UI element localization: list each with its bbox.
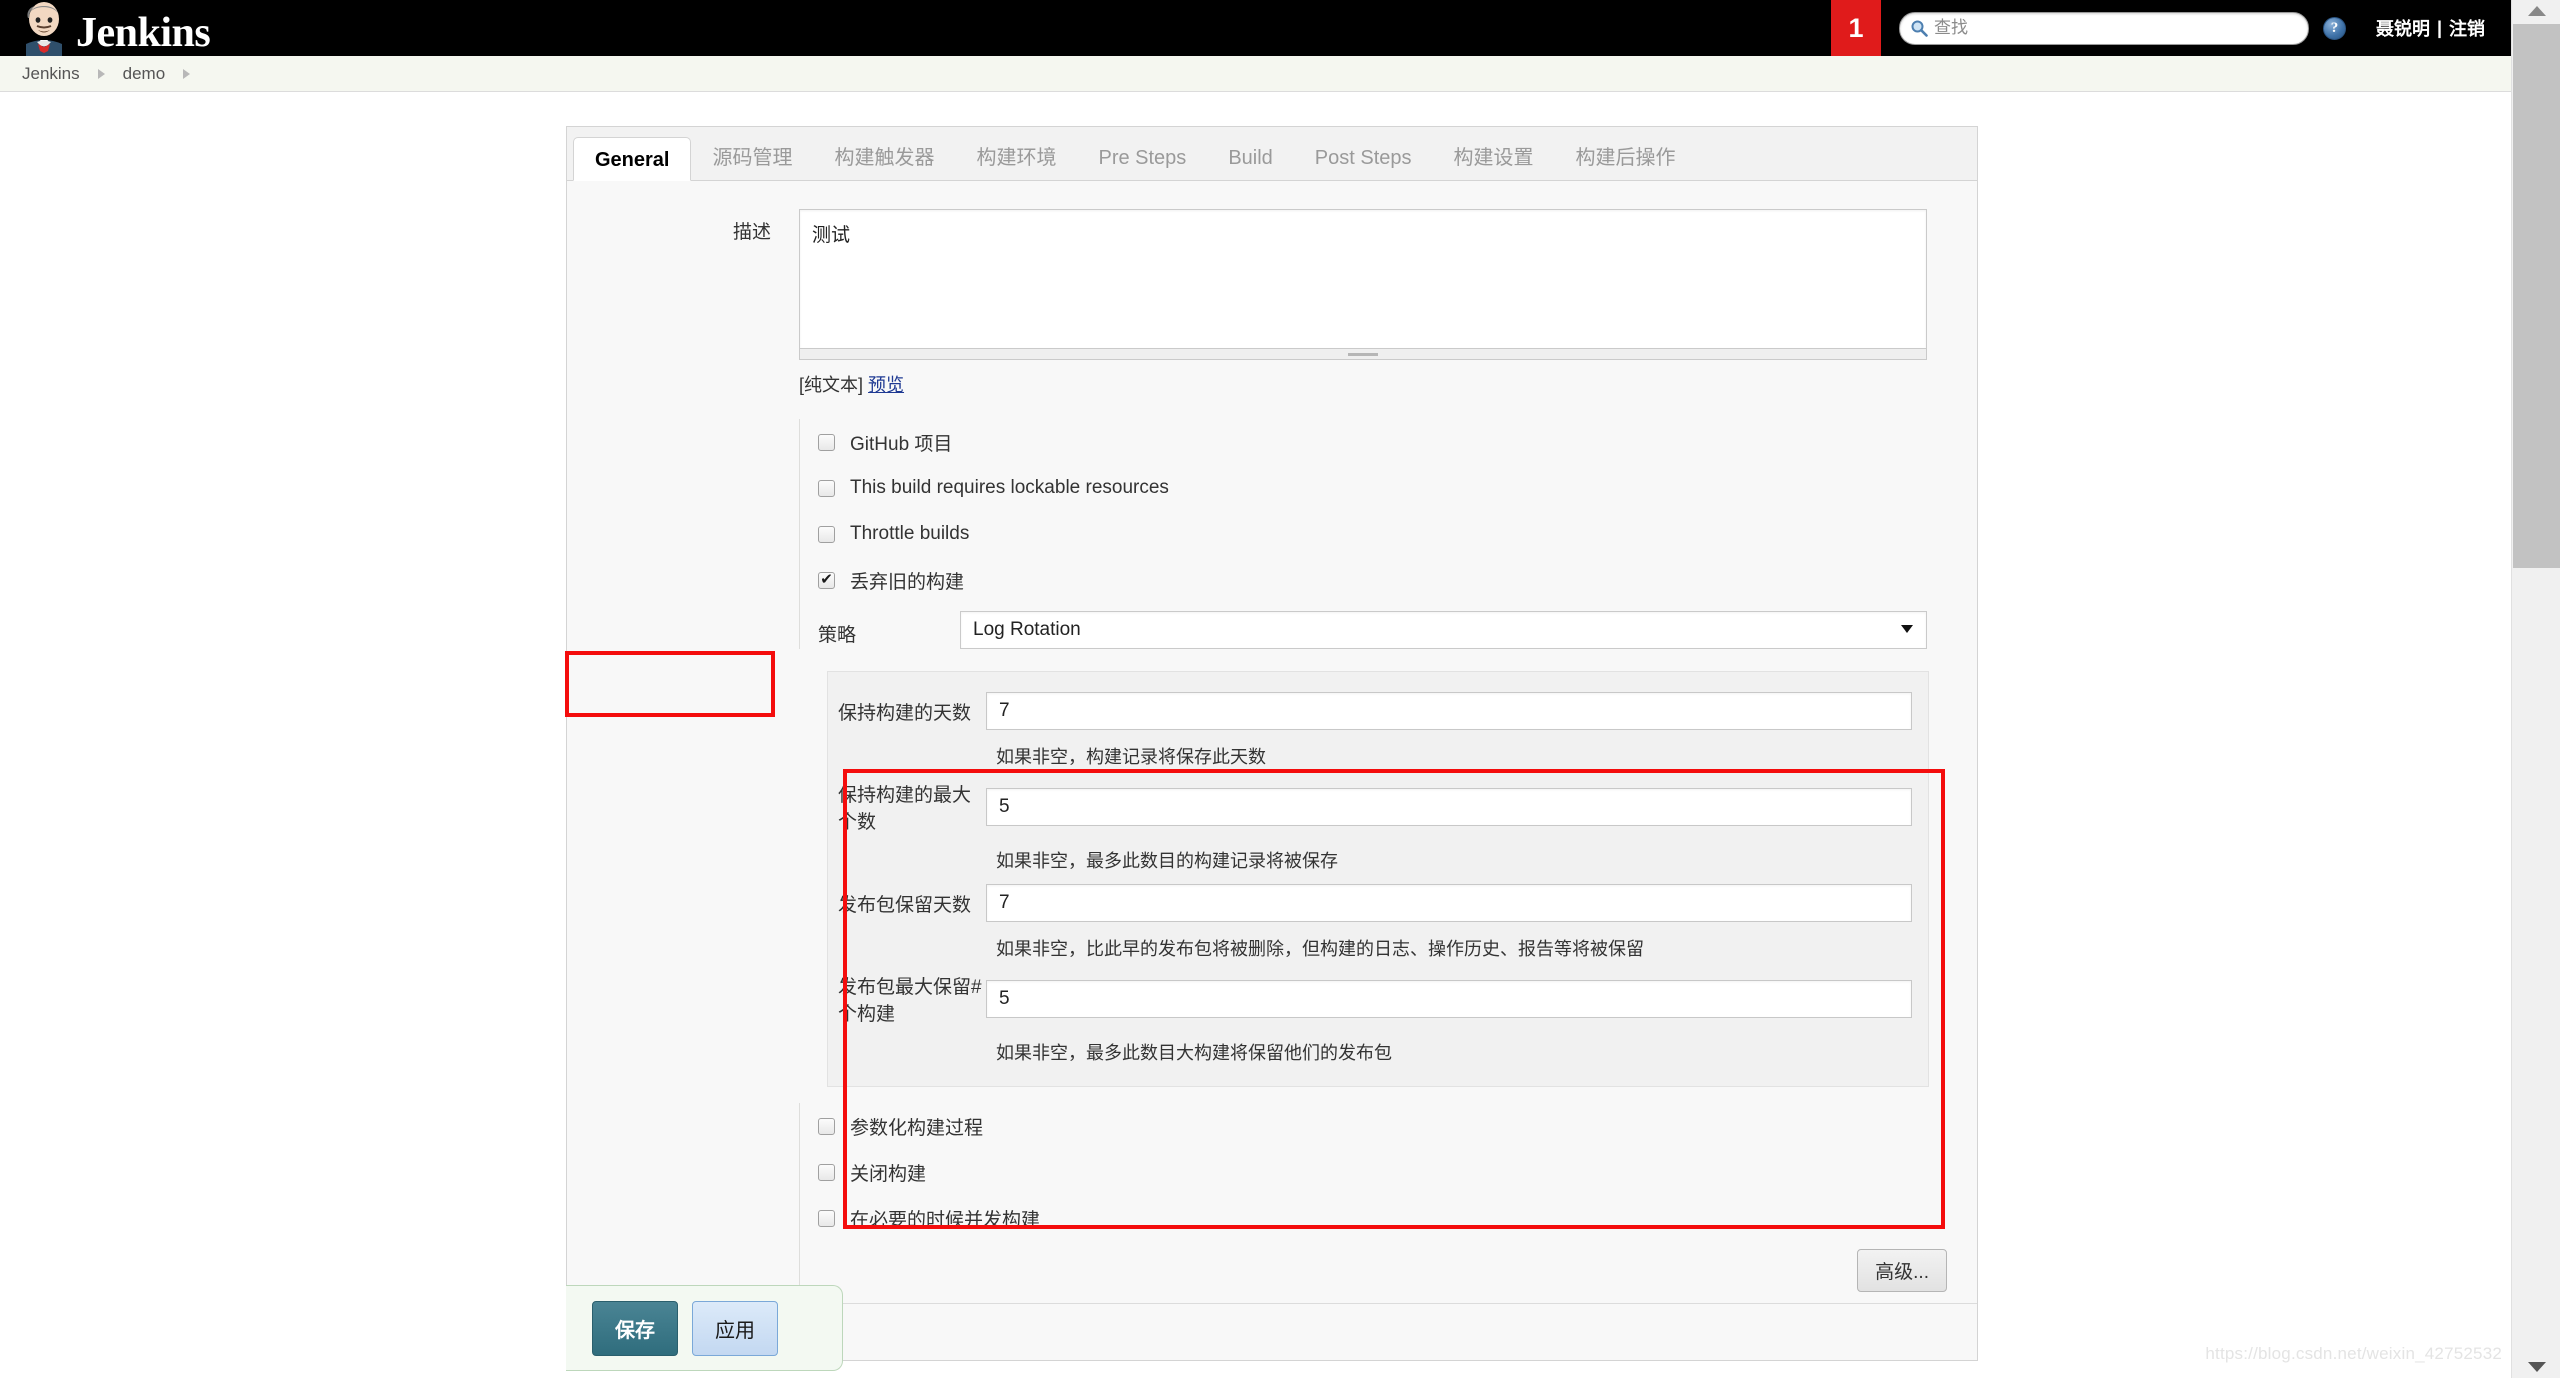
description-label: 描述 — [732, 222, 771, 243]
checkbox-label-parameterized-build: 参数化构建过程 — [850, 1117, 984, 1139]
description-links: [纯文本] 预览 — [799, 371, 1927, 397]
field-row-artifact-days-to-keep: 发布包保留天数 — [828, 878, 1928, 928]
checkbox-concurrent-build[interactable] — [818, 1209, 835, 1227]
breadcrumb: Jenkins demo — [0, 56, 2511, 92]
checkbox-github-project[interactable] — [818, 433, 835, 451]
checkbox-label-discard-old-builds: 丢弃旧的构建 — [850, 571, 965, 593]
tab-post-steps[interactable]: Post Steps — [1294, 136, 1433, 180]
user-menu: 聂锐明 | 注销 — [2376, 15, 2485, 41]
scroll-up-arrow-icon[interactable] — [2512, 0, 2560, 22]
checkbox-label-throttle-builds: Throttle builds — [850, 523, 970, 544]
strategy-label: 策略 — [818, 625, 857, 646]
input-days-to-keep[interactable] — [986, 692, 1912, 730]
general-settings-panel: 描述 [纯文本] 预览 GitHub 项目 — [566, 181, 1978, 1361]
breadcrumb-chevron-icon — [97, 68, 105, 79]
strategy-row: 策略 Log Rotation — [799, 603, 1977, 649]
textarea-resize-handle[interactable] — [799, 349, 1927, 360]
strategy-select-wrapper: Log Rotation — [960, 611, 1977, 649]
breadcrumb-item-jenkins[interactable]: Jenkins — [22, 64, 80, 84]
tab-post-build-actions[interactable]: 构建后操作 — [1555, 136, 1697, 180]
help-text-artifact-days-to-keep: 如果非空，比此早的发布包将被删除，但构建的日志、操作历史、报告等将被保留 — [996, 939, 1644, 959]
breadcrumb-item-demo[interactable]: demo — [123, 64, 166, 84]
input-artifact-num-to-keep[interactable] — [986, 980, 1912, 1018]
checkbox-parameterized-build[interactable] — [818, 1117, 835, 1135]
checkbox-label-github-project: GitHub 项目 — [850, 433, 953, 455]
jenkins-brand-text: Jenkins — [76, 10, 211, 56]
preview-link[interactable]: 预览 — [868, 375, 904, 395]
watermark-text: https://blog.csdn.net/weixin_42752532 — [2205, 1344, 2502, 1363]
checkbox-row-throttle-builds[interactable]: Throttle builds ? — [800, 511, 1977, 557]
tab-general[interactable]: General — [573, 137, 692, 181]
checkbox-row-disable-build[interactable]: 关闭构建 ? — [800, 1149, 1977, 1195]
user-name-link[interactable]: 聂锐明 — [2376, 15, 2430, 41]
tab-source-management[interactable]: 源码管理 — [691, 136, 813, 180]
checkbox-row-concurrent-build[interactable]: 在必要的时候并发构建 ? — [800, 1195, 1977, 1241]
input-max-builds-to-keep[interactable] — [986, 788, 1912, 826]
checkbox-label-concurrent-build: 在必要的时候并发构建 — [850, 1209, 1041, 1231]
advanced-button-row: 高级... — [800, 1241, 1977, 1301]
page-body: General 源码管理 构建触发器 构建环境 Pre Steps Build … — [0, 93, 2511, 1378]
advanced-button[interactable]: 高级... — [1857, 1249, 1947, 1292]
input-wrapper-days-to-keep — [986, 692, 1928, 730]
tab-build-environment[interactable]: 构建环境 — [955, 136, 1077, 180]
breadcrumb-chevron-icon[interactable] — [183, 68, 191, 79]
tab-build[interactable]: Build — [1207, 136, 1293, 180]
logout-link[interactable]: 注销 — [2449, 15, 2485, 41]
input-wrapper-max-builds-to-keep — [986, 788, 1928, 826]
notification-badge[interactable]: 1 — [1830, 0, 1881, 56]
jenkins-brand[interactable]: Jenkins — [18, 0, 211, 56]
field-row-max-builds-to-keep: 保持构建的最大个数 — [828, 774, 1928, 840]
bottom-checkbox-group: 参数化构建过程 ? 关闭构建 ? 在必要的时候并发构建 ? 高级... — [799, 1103, 1977, 1301]
top-navigation-bar: Jenkins 1 ? 聂锐明 | 注销 — [0, 0, 2511, 56]
form-action-bar: 保存 应用 — [566, 1285, 843, 1371]
checkbox-disable-build[interactable] — [818, 1163, 835, 1181]
field-row-artifact-num-to-keep: 发布包最大保留#个构建 — [828, 966, 1928, 1032]
label-days-to-keep: 保持构建的天数 — [838, 702, 972, 724]
top-checkbox-group: GitHub 项目 This build requires lockable r… — [799, 419, 1977, 603]
input-artifact-days-to-keep[interactable] — [986, 884, 1912, 922]
plain-text-label: [纯文本] — [799, 375, 864, 395]
description-field-wrapper: [纯文本] 预览 — [799, 209, 1977, 397]
apply-button[interactable]: 应用 — [692, 1300, 778, 1356]
checkbox-label-lockable-resources: This build requires lockable resources — [850, 477, 1169, 498]
checkbox-label-disable-build: 关闭构建 — [850, 1163, 927, 1185]
tab-build-settings[interactable]: 构建设置 — [1433, 136, 1555, 180]
tab-pre-steps[interactable]: Pre Steps — [1077, 136, 1207, 180]
search-box — [1898, 11, 2309, 45]
description-textarea[interactable] — [799, 209, 1927, 349]
label-artifact-days-to-keep: 发布包保留天数 — [838, 894, 972, 916]
config-tab-bar: General 源码管理 构建触发器 构建环境 Pre Steps Build … — [566, 126, 1978, 181]
scroll-down-arrow-icon[interactable] — [2512, 1356, 2560, 1378]
checkbox-lockable-resources[interactable] — [818, 479, 835, 497]
field-row-days-to-keep: 保持构建的天数 — [828, 686, 1928, 736]
checkbox-row-github-project[interactable]: GitHub 项目 — [800, 419, 1977, 465]
label-artifact-num-to-keep: 发布包最大保留#个构建 — [838, 977, 982, 1025]
help-text-max-builds-to-keep: 如果非空，最多此数目的构建记录将被保存 — [996, 851, 1338, 871]
save-button[interactable]: 保存 — [592, 1300, 678, 1356]
topbar-right-group: 1 ? 聂锐明 | 注销 — [1830, 0, 2511, 56]
input-wrapper-artifact-num-to-keep — [986, 980, 1928, 1018]
checkbox-row-parameterized-build[interactable]: 参数化构建过程 ? — [800, 1103, 1977, 1149]
vertical-scrollbar[interactable] — [2511, 0, 2560, 1378]
help-text-artifact-num-to-keep: 如果非空，最多此数目大构建将保留他们的发布包 — [996, 1043, 1392, 1063]
scrollbar-thumb[interactable] — [2513, 24, 2560, 568]
search-help-icon[interactable]: ? — [2322, 16, 2346, 40]
log-rotation-fields: 保持构建的天数 如果非空，构建记录将保存此天数 保持构建的最大个数 如果非空，最… — [827, 671, 1929, 1087]
checkbox-discard-old-builds[interactable] — [818, 571, 835, 589]
user-menu-separator: | — [2436, 17, 2442, 38]
chevron-down-icon[interactable] — [1901, 625, 1913, 633]
label-max-builds-to-keep: 保持构建的最大个数 — [838, 785, 972, 833]
strategy-select[interactable]: Log Rotation — [960, 611, 1927, 649]
checkbox-throttle-builds[interactable] — [818, 525, 835, 543]
checkbox-row-lockable-resources[interactable]: This build requires lockable resources — [800, 465, 1977, 511]
input-wrapper-artifact-days-to-keep — [986, 884, 1928, 922]
help-text-days-to-keep: 如果非空，构建记录将保存此天数 — [996, 747, 1266, 767]
tab-build-triggers[interactable]: 构建触发器 — [813, 136, 955, 180]
jenkins-butler-logo — [18, 0, 70, 56]
description-row: 描述 [纯文本] 预览 — [567, 181, 1977, 397]
checkbox-row-discard-old-builds[interactable]: 丢弃旧的构建 ? — [800, 557, 1977, 603]
search-input[interactable] — [1898, 11, 2309, 45]
job-config-form: General 源码管理 构建触发器 构建环境 Pre Steps Build … — [566, 126, 1978, 1361]
